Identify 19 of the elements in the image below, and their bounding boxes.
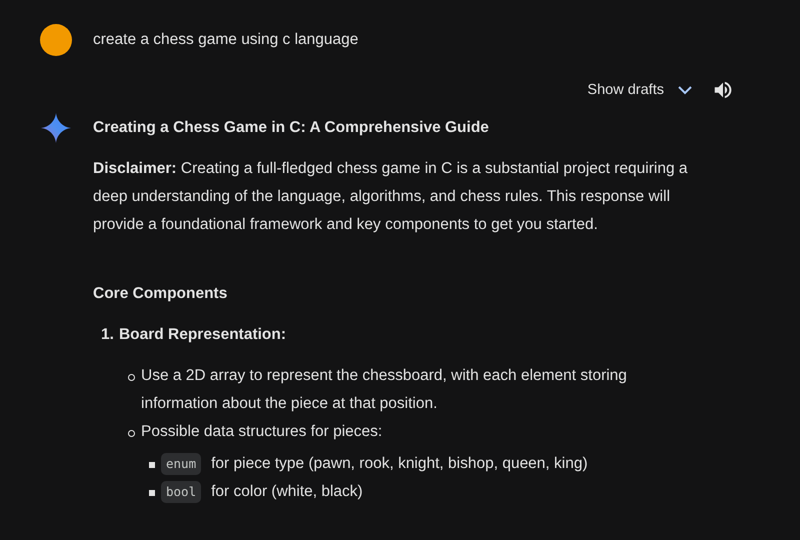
bullet-icon [128,430,135,437]
bullet-icon [149,462,155,468]
bullet-text: Possible data structures for pieces: [141,422,384,442]
code-snippet: enum [161,453,202,475]
prompt-text: create a chess game using c language [93,31,358,49]
bullet-text: for color (white, black) [211,482,363,502]
bullet-icon [149,490,155,496]
bullet-text: Use a 2D array to represent the chessboard, with each element storing information about the piece at that position. [141,366,628,414]
show-drafts-button[interactable]: Show drafts [583,77,698,103]
code-snippet: bool [161,481,202,503]
bullet-icon [128,374,135,381]
response-title: Creating a Chess Game in C: A Comprehensive Guide [93,118,490,138]
list-item-label: Board Representation: [118,325,286,345]
bullet-text: for piece type (pawn, rook, knight, bishop, queen, king) [211,454,588,474]
list-number: 1. [101,325,114,345]
disclaimer-paragraph: Disclaimer: Creating a full-fledged chess game in C is a substantial project requiring a deep understanding of the language, algorithms, and chess rules. This response will provide a foundational framework and key components to get you started. [93,159,688,235]
section-heading: Core Components [93,284,228,304]
user-avatar [40,24,72,56]
sparkle-icon [40,112,72,144]
